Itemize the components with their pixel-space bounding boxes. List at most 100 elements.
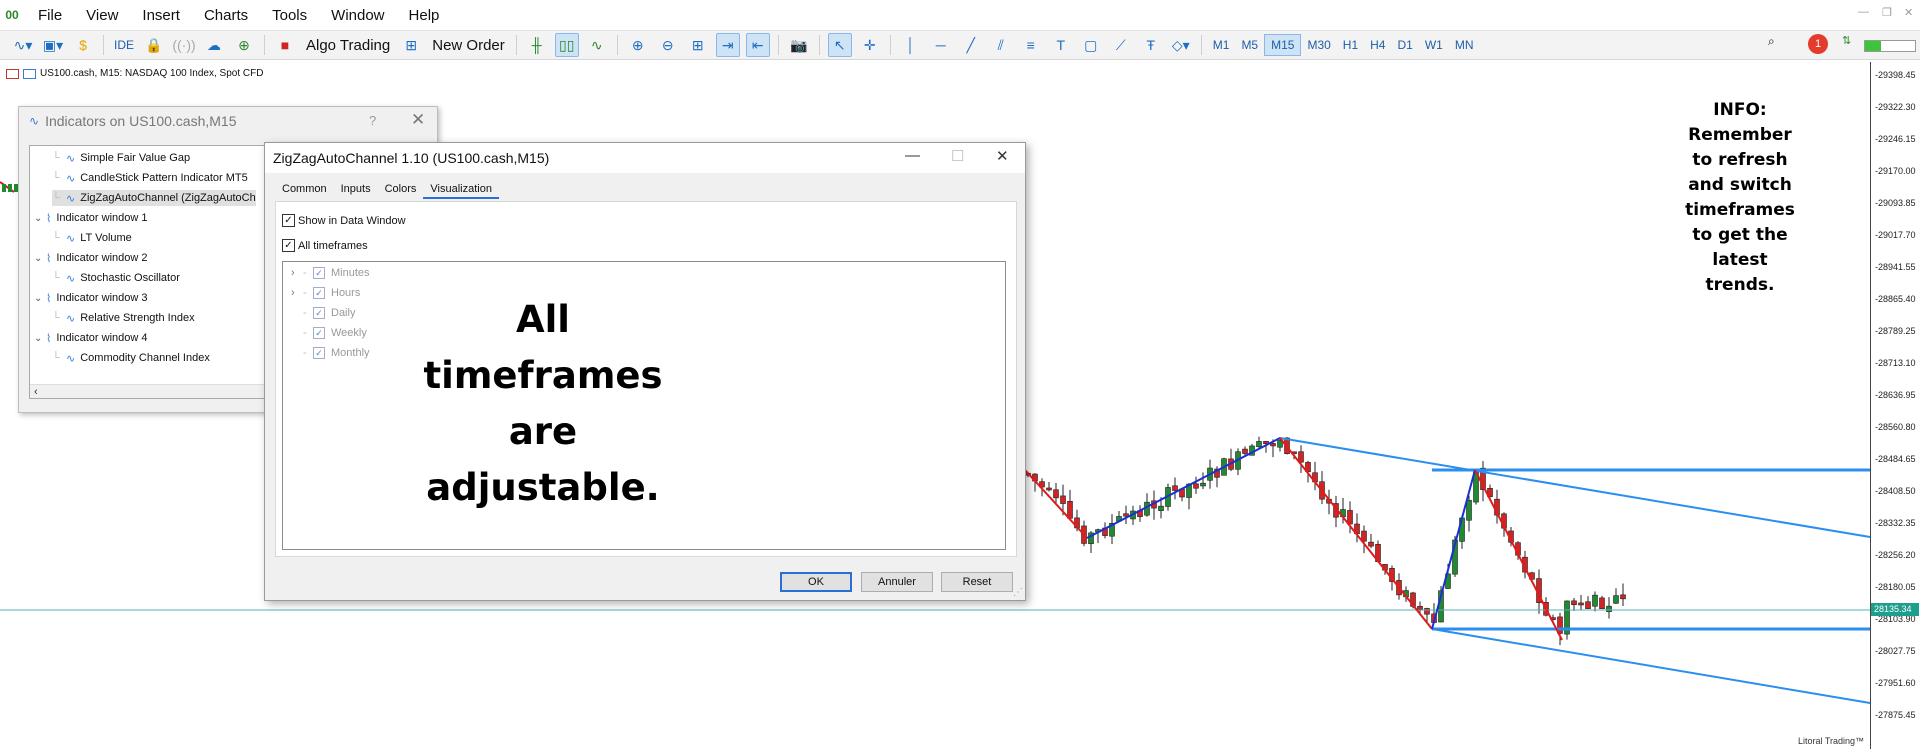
tab-colors[interactable]: Colors <box>378 181 424 199</box>
zoom-in-icon[interactable]: ⊕ <box>626 33 650 57</box>
menu-charts[interactable]: Charts <box>194 7 262 24</box>
tab-inputs[interactable]: Inputs <box>334 181 378 199</box>
collapse-icon[interactable]: ⌄ <box>34 213 46 224</box>
indicator-label: Relative Strength Index <box>80 312 195 324</box>
signal-icon[interactable]: ((·)) <box>172 33 196 57</box>
overlay-line: All <box>515 298 570 341</box>
vps-icon[interactable]: ⊕ <box>232 33 256 57</box>
price-tick-label: -28332.35 <box>1875 518 1916 528</box>
timeframe-m15[interactable]: M15 <box>1264 34 1302 56</box>
tab-visualization[interactable]: Visualization <box>423 181 499 199</box>
screenshot-icon[interactable]: 📷 <box>787 33 811 57</box>
menu-tools[interactable]: Tools <box>262 7 321 24</box>
algo-trading-button[interactable]: Algo Trading <box>300 37 396 54</box>
indicator-window-node[interactable]: ⌄ ⌇ Indicator window 4 <box>34 330 147 346</box>
notification-badge[interactable]: 1 <box>1808 34 1828 54</box>
collapse-icon[interactable]: ⌄ <box>34 333 46 344</box>
tf-daily-row: - ✓ Daily <box>303 307 356 319</box>
search-icon[interactable]: ⌕ <box>1768 34 1775 49</box>
indicators-close-button[interactable]: ✕ <box>411 110 425 130</box>
text-label-icon[interactable]: Ŧ <box>1139 33 1163 57</box>
candle-body <box>1571 600 1577 605</box>
candle-body <box>1361 530 1367 542</box>
rectangle-icon[interactable]: ▢ <box>1079 33 1103 57</box>
dialog-maximize-icon[interactable]: ☐ <box>951 147 964 165</box>
indicator-window-node[interactable]: ⌄ ⌇ Indicator window 2 <box>34 250 147 266</box>
price-tick-label: -28865.40 <box>1875 294 1916 304</box>
price-tick-label: -29398.45 <box>1875 70 1916 80</box>
timeframe-m30[interactable]: M30 <box>1301 34 1336 56</box>
chart-window-icon[interactable]: ▣▾ <box>41 33 65 57</box>
expand-icon[interactable]: › <box>291 267 303 279</box>
cursor-icon[interactable]: ↖ <box>827 33 852 57</box>
timeframe-m5[interactable]: M5 <box>1235 34 1264 56</box>
new-order-icon: ⊞ <box>405 36 418 53</box>
help-button[interactable]: ? <box>369 113 376 128</box>
shapes-menu-icon[interactable]: ◇▾ <box>1169 33 1193 57</box>
indicator-item[interactable]: └ ∿ LT Volume <box>52 230 132 246</box>
chart-type-icon[interactable]: ∿▾ <box>11 33 35 57</box>
expand-icon[interactable]: › <box>291 287 303 299</box>
vertical-line-icon[interactable]: │ <box>899 33 923 57</box>
candlestick-icon[interactable]: ▯▯ <box>554 33 579 57</box>
chart-shift-icon[interactable]: ⇤ <box>745 33 770 57</box>
auto-scroll-icon[interactable]: ⇥ <box>715 33 740 57</box>
timeframe-w1[interactable]: W1 <box>1419 34 1449 56</box>
horizontal-line-icon[interactable]: ─ <box>929 33 953 57</box>
draw-curve-icon[interactable]: ⟋ <box>1109 33 1133 57</box>
trendline-icon[interactable]: ╱ <box>959 33 983 57</box>
indicator-window-node[interactable]: ⌄ ⌇ Indicator window 1 <box>34 210 147 226</box>
close-icon[interactable]: ✕ <box>1904 6 1913 19</box>
timeframe-mn[interactable]: MN <box>1449 34 1480 56</box>
menu-file[interactable]: File <box>28 7 76 24</box>
indicator-item[interactable]: └ ∿ Stochastic Oscillator <box>52 270 180 286</box>
cloud-icon[interactable]: ☁ <box>202 33 226 57</box>
collapse-icon[interactable]: ⌄ <box>34 253 46 264</box>
minimize-icon[interactable]: — <box>1858 6 1869 18</box>
zoom-out-icon[interactable]: ⊖ <box>656 33 680 57</box>
menu-insert[interactable]: Insert <box>132 7 194 24</box>
restore-icon[interactable]: ❐ <box>1882 6 1892 19</box>
connection-bar <box>1864 40 1916 52</box>
menu-window[interactable]: Window <box>321 7 398 24</box>
indicator-item[interactable]: └ ∿ CandleStick Pattern Indicator MT5 <box>52 170 248 186</box>
reset-button[interactable]: Reset <box>941 572 1013 592</box>
cancel-button[interactable]: Annuler <box>861 572 933 592</box>
dialog-close-icon[interactable]: ✕ <box>996 147 1009 165</box>
chart-flag-icon <box>6 68 19 79</box>
indicator-item[interactable]: └ ∿ ZigZagAutoChannel (ZigZagAutoCh <box>52 190 256 206</box>
fibonacci-icon[interactable]: ≡ <box>1019 33 1043 57</box>
resize-grip-icon[interactable]: ⋰ <box>1013 587 1023 598</box>
dollar-icon[interactable]: $ <box>71 33 95 57</box>
candle-body <box>1599 597 1605 609</box>
tab-common[interactable]: Common <box>275 181 334 199</box>
dialog-minimize-icon[interactable]: — <box>905 147 920 164</box>
menu-view[interactable]: View <box>76 7 132 24</box>
ide-button[interactable]: IDE <box>112 33 136 57</box>
text-tool-icon[interactable]: T <box>1049 33 1073 57</box>
new-order-button[interactable]: New Order <box>426 37 511 54</box>
all-timeframes-checkbox[interactable]: ✓ All timeframes <box>282 239 368 252</box>
crosshair-icon[interactable]: ✛ <box>858 33 882 57</box>
tile-windows-icon[interactable]: ⊞ <box>686 33 710 57</box>
current-price-label: 28135.34 <box>1871 603 1919 616</box>
overlay-annotation: All timeframes are adjustable. <box>423 292 663 516</box>
timeframe-h1[interactable]: H1 <box>1337 34 1364 56</box>
timeframe-d1[interactable]: D1 <box>1391 34 1418 56</box>
indicator-item[interactable]: └ ∿ Simple Fair Value Gap <box>52 150 190 166</box>
timeframe-h4[interactable]: H4 <box>1364 34 1391 56</box>
price-tick-label: -28256.20 <box>1875 550 1916 560</box>
indicator-window-node[interactable]: ⌄ ⌇ Indicator window 3 <box>34 290 147 306</box>
tf-weekly-row: - ✓ Weekly <box>303 327 367 339</box>
menu-help[interactable]: Help <box>399 7 454 24</box>
timeframe-m1[interactable]: M1 <box>1207 34 1236 56</box>
collapse-icon[interactable]: ⌄ <box>34 293 46 304</box>
show-in-data-window-checkbox[interactable]: ✓ Show in Data Window <box>282 214 406 227</box>
indicator-item[interactable]: └ ∿ Relative Strength Index <box>52 310 195 326</box>
line-chart-icon[interactable]: ∿ <box>585 33 609 57</box>
bar-chart-icon[interactable]: ╫ <box>525 33 549 57</box>
lock-icon[interactable]: 🔒 <box>142 33 166 57</box>
indicator-item[interactable]: └ ∿ Commodity Channel Index <box>52 350 210 366</box>
equidistant-channel-icon[interactable]: ⫽ <box>989 33 1013 57</box>
ok-button[interactable]: OK <box>780 572 852 592</box>
